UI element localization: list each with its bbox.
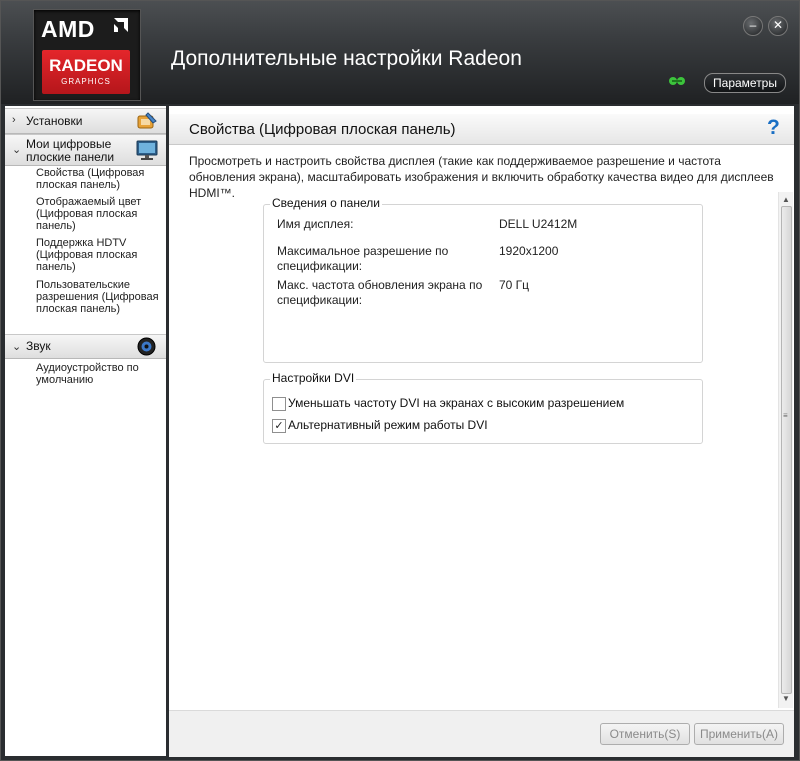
monitor-icon xyxy=(136,140,158,160)
logo-radeon-badge: RADEON GRAPHICS xyxy=(42,50,130,94)
logo-graphics-text: GRAPHICS xyxy=(61,77,111,86)
sidebar-section-install[interactable]: › Установки xyxy=(5,108,166,134)
install-icon xyxy=(137,112,157,129)
info-label: Максимальное разрешение по спецификации: xyxy=(277,244,449,273)
sidebar-section-label: Звук xyxy=(26,339,51,353)
cancel-button[interactable]: Отменить(S) xyxy=(600,723,690,745)
close-button[interactable]: ✕ xyxy=(768,16,788,36)
page-description: Просмотреть и настроить свойства дисплея… xyxy=(189,154,774,200)
info-value: 70 Гц xyxy=(499,278,530,292)
speaker-icon xyxy=(137,337,156,356)
sidebar-section-label: Мои цифровые плоские панели xyxy=(26,137,115,164)
app-title: Дополнительные настройки Radeon xyxy=(171,47,522,70)
checkbox-label: Альтернативный режим работы DVI xyxy=(288,418,488,432)
sidebar-item-default-audio[interactable]: Аудиоустройство по умолчанию xyxy=(36,362,161,386)
checkbox[interactable]: ✓ xyxy=(272,419,286,433)
page-header: Свойства (Цифровая плоская панель) ? xyxy=(169,114,794,145)
scrollbar-thumb[interactable]: ≡ xyxy=(781,206,792,694)
dvi-settings-group: Настройки DVI Уменьшать частоту DVI на э… xyxy=(263,371,703,444)
chevron-right-icon: › xyxy=(12,114,16,126)
chevron-down-icon: ⌄ xyxy=(12,341,22,353)
sidebar-item-hdtv[interactable]: Поддержка HDTV (Цифровая плоская панель) xyxy=(36,237,161,273)
vertical-scrollbar[interactable]: ▲ ≡ ▼ xyxy=(778,192,793,708)
page-title: Свойства (Цифровая плоская панель) xyxy=(189,121,456,138)
checkbox-label: Уменьшать частоту DVI на экранах с высок… xyxy=(288,396,625,410)
chevron-down-icon: ⌄ xyxy=(12,144,22,156)
sidebar-item-color[interactable]: Отображаемый цвет (Цифровая плоская пане… xyxy=(36,196,161,232)
amd-radeon-logo: AMD RADEON GRAPHICS xyxy=(33,9,141,101)
group-legend: Сведения о панели xyxy=(270,196,382,210)
app-window: AMD RADEON GRAPHICS Дополнительные настр… xyxy=(0,0,800,761)
scroll-up-icon[interactable]: ▲ xyxy=(782,195,790,204)
checkbox[interactable] xyxy=(272,397,286,411)
main-panel: Свойства (Цифровая плоская панель) ? Про… xyxy=(169,106,794,757)
logo-radeon-text: RADEON xyxy=(49,56,123,75)
connection-status-icon xyxy=(669,77,685,85)
amd-arrow-icon xyxy=(114,18,128,32)
sidebar-section-displays[interactable]: ⌄ Мои цифровые плоские панели xyxy=(5,134,166,166)
group-legend: Настройки DVI xyxy=(270,371,357,385)
help-icon[interactable]: ? xyxy=(767,116,780,140)
sidebar-section-label: Установки xyxy=(26,114,83,128)
sidebar-section-audio[interactable]: ⌄ Звук xyxy=(5,334,166,359)
panel-info-group: Сведения о панели Имя дисплея: DELL U241… xyxy=(263,196,703,363)
sidebar-item-properties[interactable]: Свойства (Цифровая плоская панель) xyxy=(36,167,161,191)
info-label: Макс. частота обновления экрана по специ… xyxy=(277,278,483,307)
minimize-button[interactable]: – xyxy=(743,16,763,36)
preferences-button[interactable]: Параметры xyxy=(704,73,786,93)
scroll-down-icon[interactable]: ▼ xyxy=(782,694,790,703)
sidebar-item-custom-resolutions[interactable]: Пользовательские разрешения (Цифровая пл… xyxy=(36,279,161,315)
sidebar: › Установки ⌄ Мои цифровые плоские панел… xyxy=(5,106,166,756)
title-bar: AMD RADEON GRAPHICS Дополнительные настр… xyxy=(1,1,799,104)
info-value: 1920x1200 xyxy=(499,244,559,258)
info-label: Имя дисплея: xyxy=(277,217,354,231)
apply-button[interactable]: Применить(A) xyxy=(694,723,784,745)
info-value: DELL U2412M xyxy=(499,217,578,231)
logo-amd-text: AMD xyxy=(41,16,95,42)
footer-bar: Отменить(S) Применить(A) xyxy=(169,710,794,757)
grip-icon: ≡ xyxy=(783,411,788,420)
